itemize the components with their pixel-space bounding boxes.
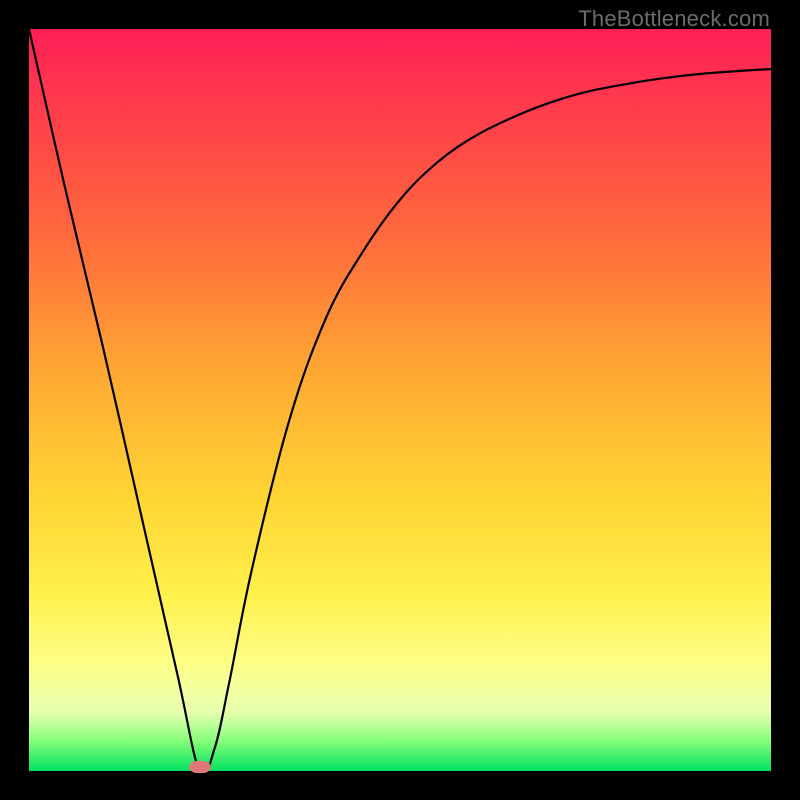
chart-container: TheBottleneck.com [0, 0, 800, 800]
plot-area [29, 29, 771, 771]
optimal-point-marker [189, 761, 211, 773]
bottleneck-curve [29, 29, 771, 771]
curve-line [29, 29, 771, 775]
